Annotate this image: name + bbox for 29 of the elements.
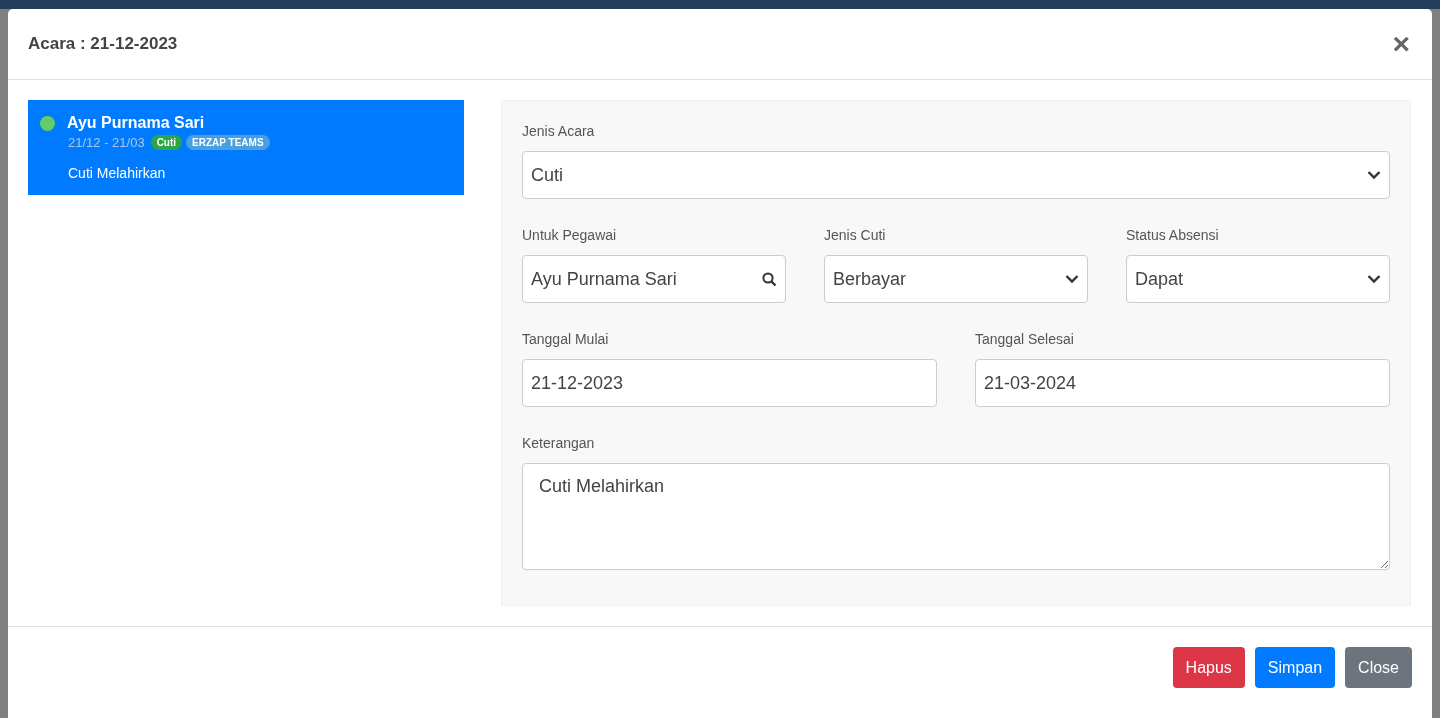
action-button[interactable]: Simpan: [1254, 647, 1336, 688]
event-note: Cuti Melahirkan: [68, 165, 167, 181]
chevron-down-icon: [1367, 170, 1381, 180]
notes-textarea[interactable]: Cuti Melahirkan: [522, 463, 1390, 570]
field-label: Keterangan: [522, 435, 596, 451]
field-label: Jenis Cuti: [824, 227, 887, 243]
close-button[interactable]: ×: [1390, 27, 1412, 61]
search-field[interactable]: Ayu Purnama Sari: [522, 255, 786, 303]
chevron-down-icon: [1065, 274, 1079, 284]
action-button[interactable]: Hapus: [1172, 647, 1245, 688]
select-field[interactable]: Berbayar: [824, 255, 1088, 303]
action-button[interactable]: Close: [1345, 647, 1412, 688]
event-dates: 21/12 - 21/03: [68, 135, 145, 150]
event-tag: ERZAP TEAMS: [186, 135, 270, 150]
date-input[interactable]: 21-03-2024: [975, 359, 1390, 407]
field-label: Tanggal Mulai: [522, 331, 610, 347]
field-label: Untuk Pegawai: [522, 227, 618, 243]
field-label: Jenis Acara: [522, 123, 596, 139]
event-item[interactable]: Ayu Purnama Sari 21/12 - 21/03 Cuti ERZAP TEAMS Cuti Melahirkan: [28, 100, 464, 195]
event-name: Ayu Purnama Sari: [67, 114, 205, 132]
search-icon: [762, 271, 777, 287]
select-field[interactable]: Cuti: [522, 151, 1390, 199]
modal-title: Acara : 21-12-2023: [28, 34, 178, 54]
field-label: Tanggal Selesai: [975, 331, 1075, 347]
date-input[interactable]: 21-12-2023: [522, 359, 937, 407]
chevron-down-icon: [1367, 274, 1381, 284]
field-label: Status Absensi: [1126, 227, 1220, 243]
select-field[interactable]: Dapat: [1126, 255, 1390, 303]
event-tag: Cuti: [150, 135, 183, 150]
